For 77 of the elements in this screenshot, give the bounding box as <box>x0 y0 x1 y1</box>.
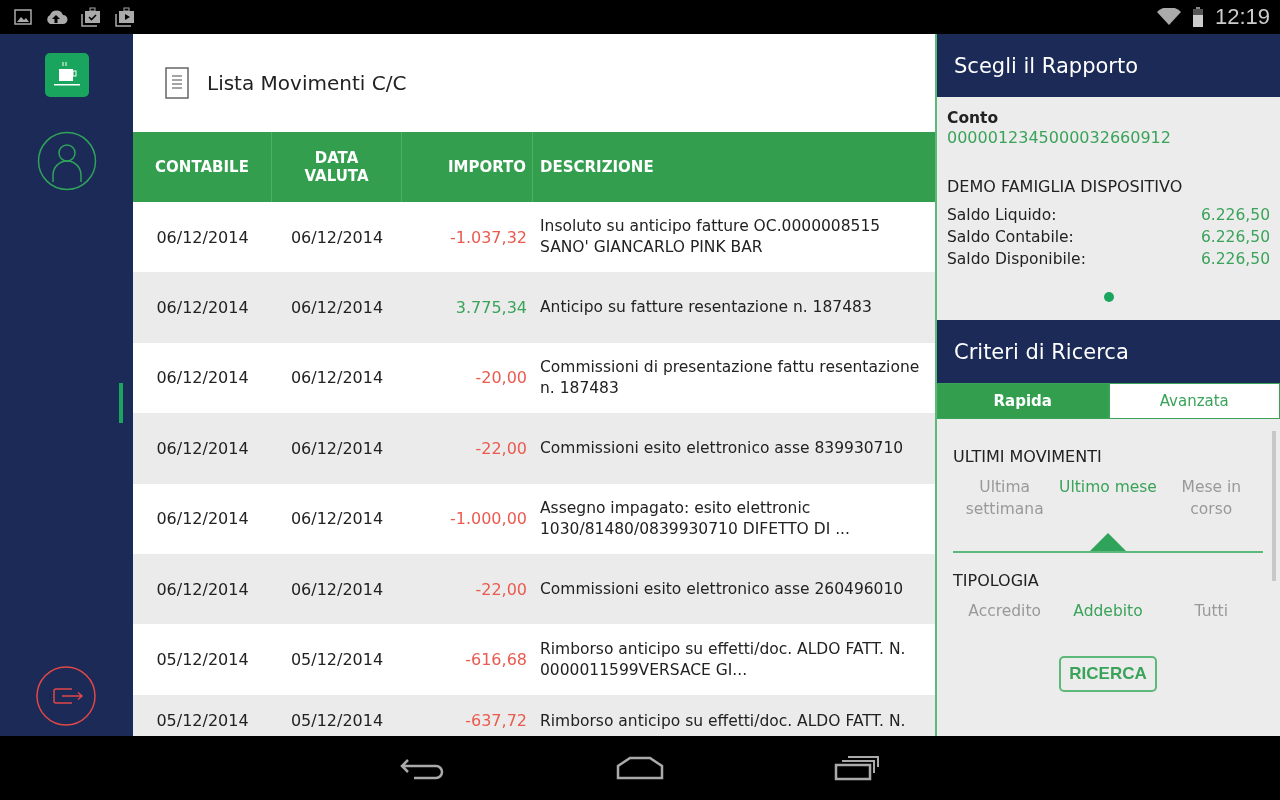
amount-cell-text: -22,00 <box>474 578 528 601</box>
period-option[interactable]: Ultima settimana <box>953 476 1057 520</box>
logout-icon[interactable] <box>36 666 96 726</box>
balance-value: 6.226,50 <box>1200 227 1270 248</box>
back-icon[interactable] <box>400 756 446 780</box>
account-holder: DEMO FAMIGLIA DISPOSITIVO <box>947 177 1184 196</box>
type-option[interactable]: Tutti <box>1159 600 1263 622</box>
table-cell-text: 06/12/2014 <box>155 367 250 390</box>
table-cell-text: 05/12/2014 <box>155 709 250 730</box>
tab[interactable]: Rapida <box>937 383 1109 419</box>
briefcase-play-icon <box>114 7 136 27</box>
amount-cell-text: 3.775,34 <box>454 297 528 320</box>
balance-label: Saldo Disponibile: <box>947 249 1086 270</box>
table-cell-text: 06/12/2014 <box>289 226 385 249</box>
column-header: DESCRIZIONE <box>539 157 655 178</box>
table-cell-text: Assegno impagato: esito elettronic 1030/81480/0839930710 DIFETTO DI ... <box>539 497 851 540</box>
table-cell-text: 06/12/2014 <box>289 367 385 390</box>
table-cell-text: 06/12/2014 <box>289 297 385 320</box>
table-cell-text: Commissioni esito elettronico asse 260496010 <box>539 578 905 600</box>
scroll-indicator <box>119 383 123 423</box>
battery-icon <box>1192 7 1203 27</box>
table-cell-text: Insoluto su anticipo fatture OC.0000008515 SANO' GIANCARLO PINK BAR <box>539 216 882 259</box>
wifi-icon <box>1156 8 1181 26</box>
balance-label: Saldo Contabile: <box>947 227 1074 248</box>
section-heading: ULTIMI MOVIMENTI <box>953 447 1103 466</box>
recent-apps-icon[interactable] <box>834 755 880 781</box>
table-row[interactable]: 06/12/2014 06/12/2014 -22,00 Commissioni esito elettronico asse 839930710 <box>133 413 935 484</box>
document-icon <box>165 67 189 99</box>
table-cell-text: 05/12/2014 <box>289 649 385 672</box>
account-label: Conto <box>947 109 1000 127</box>
amount-cell-text: -22,00 <box>474 437 528 460</box>
user-profile-icon[interactable] <box>36 131 97 191</box>
balance-value: 6.226,50 <box>1200 249 1270 270</box>
table-cell-text: 06/12/2014 <box>155 297 250 320</box>
period-option[interactable]: Ultimo mese <box>1056 476 1160 498</box>
panel-title: Criteri di Ricerca <box>937 320 1280 383</box>
table-row[interactable]: 05/12/2014 05/12/2014 -637,72 Rimborso anticipo su effetti/doc. ALDO FATT. N. <box>133 694 935 736</box>
briefcase-check-icon <box>80 7 102 27</box>
table-cell-text: 06/12/2014 <box>155 226 250 249</box>
amount-cell-text: -1.000,00 <box>448 508 528 531</box>
amount-cell-text: -637,72 <box>464 709 528 730</box>
type-option[interactable]: Addebito <box>1056 600 1160 622</box>
table-cell-text: 06/12/2014 <box>155 508 250 531</box>
tab[interactable]: Avanzata <box>1108 383 1280 419</box>
balance-value: 6.226,50 <box>1200 205 1270 226</box>
page-indicator-dot <box>1103 292 1114 302</box>
table-cell-text: 06/12/2014 <box>289 508 385 531</box>
balance-label: Saldo Liquido: <box>947 205 1057 226</box>
table-cell-text: 06/12/2014 <box>289 578 385 601</box>
panel-title: Scegli il Rapporto <box>937 34 1280 97</box>
table-row[interactable]: 06/12/2014 06/12/2014 3.775,34 Anticipo su fatture resentazione n. 187483 <box>133 272 935 343</box>
account-number[interactable]: 0000012345000032660912 <box>947 128 1270 147</box>
table-cell-text: 05/12/2014 <box>289 709 385 730</box>
table-cell-text: Commissioni di presentazione fattu resentazione n. 187483 <box>539 356 921 399</box>
amount-cell-text: -20,00 <box>474 367 528 390</box>
table-cell-text: 06/12/2014 <box>289 437 385 460</box>
table-cell-text: 05/12/2014 <box>155 649 250 672</box>
search-button[interactable]: RICERCA <box>1059 656 1157 692</box>
amount-cell-text: -616,68 <box>464 649 528 672</box>
table-cell-text: 06/12/2014 <box>155 578 250 601</box>
coffee-cup-icon[interactable] <box>44 53 89 97</box>
page-title: Lista Movimenti C/C <box>207 71 407 95</box>
home-icon[interactable] <box>616 756 664 780</box>
table-cell-text: Commissioni esito elettronico asse 839930710 <box>539 437 905 459</box>
table-cell-text: Rimborso anticipo su effetti/doc. ALDO FATT. N. 0000011599VERSACE GI... <box>539 638 907 681</box>
period-option[interactable]: Mese in corso <box>1159 476 1263 520</box>
clock-time: 12:19 <box>1214 4 1270 30</box>
table-cell-text: Rimborso anticipo su effetti/doc. ALDO FATT. N. <box>539 710 907 732</box>
cloud-upload-icon <box>44 8 68 26</box>
table-row[interactable]: 06/12/2014 06/12/2014 -22,00 Commissioni esito elettronico asse 260496010 <box>133 553 935 625</box>
table-cell-text: 06/12/2014 <box>155 437 250 460</box>
amount-cell-text: -1.037,32 <box>448 226 528 249</box>
image-icon <box>14 9 32 25</box>
table-cell-text: Anticipo su fatture resentazione n. 187483 <box>539 297 873 319</box>
selection-pointer-icon <box>1090 533 1126 551</box>
type-option[interactable]: Accredito <box>953 600 1057 622</box>
section-heading: TIPOLOGIA <box>953 571 1040 590</box>
